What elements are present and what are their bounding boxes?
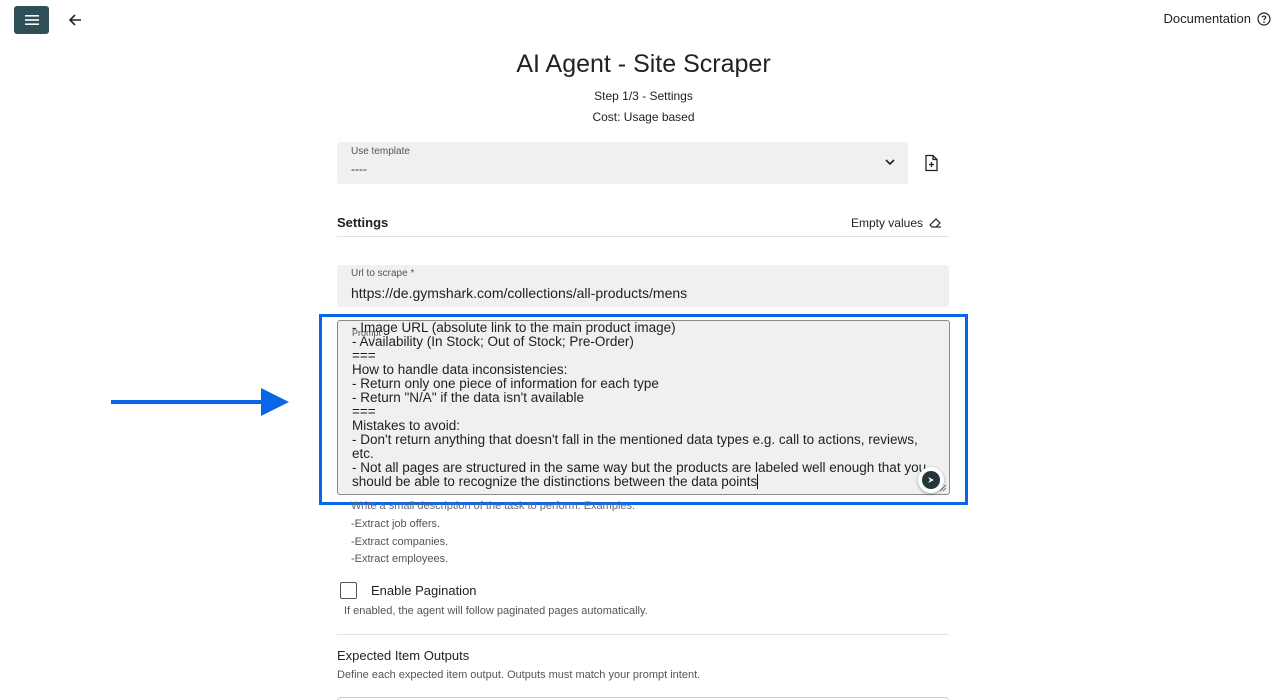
url-field[interactable]: Url to scrape *	[337, 265, 949, 307]
pagination-help-text: If enabled, the agent will follow pagina…	[344, 605, 648, 617]
menu-button[interactable]	[14, 6, 49, 34]
arrow-left-icon	[68, 14, 81, 26]
enable-pagination-checkbox[interactable]	[340, 582, 357, 599]
question-circle-icon	[1257, 11, 1271, 26]
back-button[interactable]	[64, 9, 86, 31]
empty-values-button[interactable]: Empty values	[851, 216, 942, 230]
documentation-link[interactable]: Documentation	[1164, 11, 1271, 26]
empty-values-label: Empty values	[850, 216, 923, 230]
documentation-label: Documentation	[1163, 11, 1251, 26]
eraser-icon	[929, 218, 941, 228]
template-select[interactable]: Use template ----	[337, 142, 908, 184]
template-select-label: Use template	[351, 146, 410, 157]
prompt-example: -Extract companies.	[351, 536, 449, 548]
section-divider	[337, 634, 949, 635]
expected-outputs-heading: Expected Item Outputs	[337, 648, 470, 663]
settings-heading: Settings	[337, 215, 389, 230]
prompt-example: -Extract job offers.	[351, 518, 441, 530]
enable-pagination-label[interactable]: Enable Pagination	[371, 583, 477, 598]
prompt-example: -Extract employees.	[351, 553, 449, 565]
step-indicator: Step 1/3 - Settings	[594, 89, 693, 103]
chevron-down-icon	[885, 159, 895, 166]
template-select-value: ----	[351, 162, 367, 176]
prompt-helper-text: Write a small description of the task to…	[351, 501, 636, 511]
file-plus-icon	[925, 154, 938, 172]
highlight-frame	[319, 314, 968, 505]
hamburger-icon	[24, 15, 39, 25]
arrow-right-icon	[111, 388, 289, 416]
url-input[interactable]	[351, 283, 931, 303]
url-field-label: Url to scrape *	[351, 268, 415, 279]
page-title: AI Agent - Site Scraper	[516, 50, 771, 78]
cost-info: Cost: Usage based	[592, 110, 695, 124]
expected-outputs-help: Define each expected item output. Output…	[337, 669, 701, 681]
settings-divider	[337, 236, 949, 237]
add-template-button[interactable]	[923, 154, 940, 172]
